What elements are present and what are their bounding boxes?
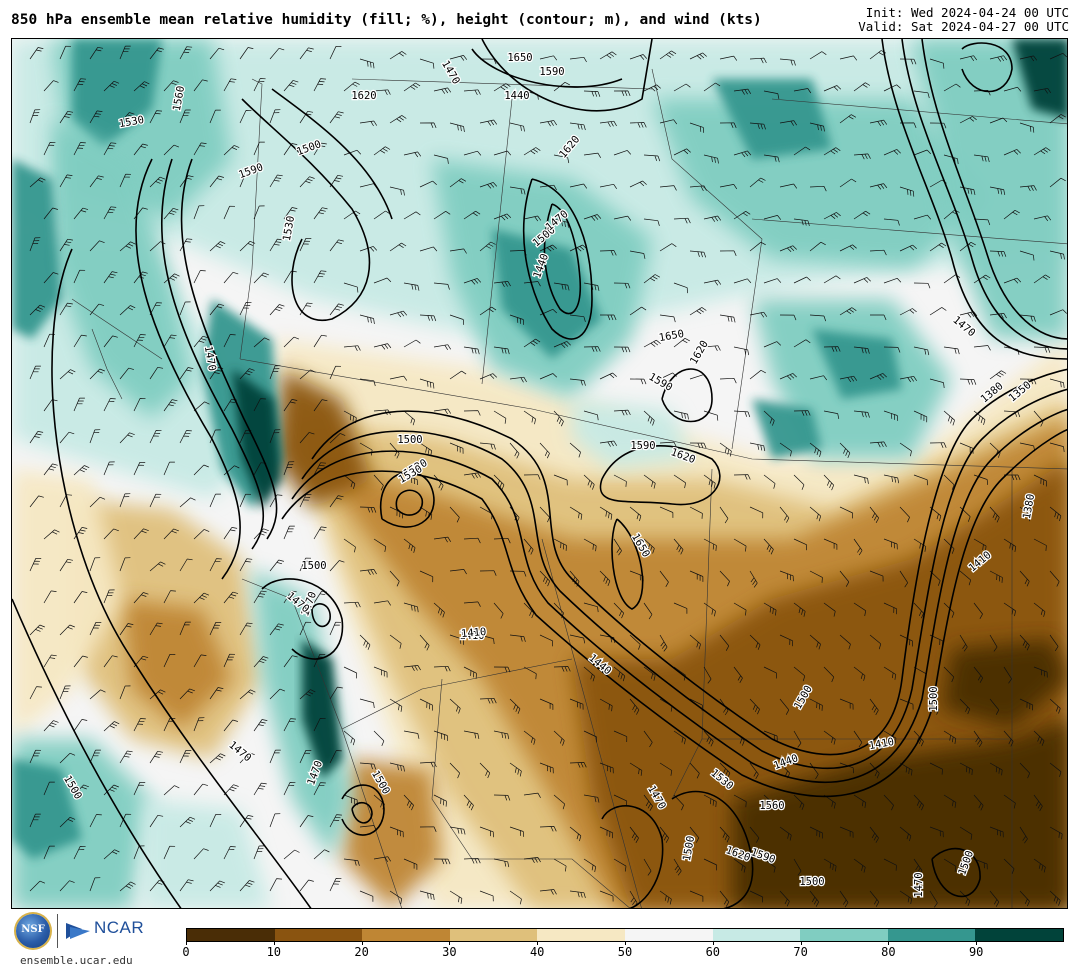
contour-label: 1590 (630, 440, 655, 452)
contour-label: 1590 (539, 66, 564, 78)
colorbar-tick-label: 60 (705, 945, 721, 959)
contour-label: 1650 (507, 52, 532, 64)
contour-label: 1440 (504, 90, 529, 102)
colorbar-swatch (887, 929, 976, 941)
colorbar-swatch (975, 929, 1063, 941)
colorbar-tick-label: 40 (529, 945, 545, 959)
colorbar-swatch (624, 929, 713, 941)
humidity-colorbar (186, 928, 1064, 942)
logos: NSF NCAR ensemble.ucar.edu (14, 914, 174, 970)
colorbar-swatch (712, 929, 801, 941)
colorbar-tick-label: 0 (182, 945, 190, 959)
colorbar-swatch (800, 929, 888, 941)
forecast-map: 1530 1560 1590 1620 1500 1530 1470 1650 1590 1440… (11, 38, 1068, 909)
ncar-logo: NCAR (94, 918, 145, 937)
colorbar-labels: 0 10 20 30 40 50 60 70 80 90 (182, 945, 1064, 961)
contour-label: 1470 (913, 872, 925, 897)
colorbar-tick-label: 10 (266, 945, 282, 959)
colorbar-swatch (362, 929, 450, 941)
colorbar-swatch (449, 929, 538, 941)
init-time: Init: Wed 2024-04-24 00 UTC (865, 5, 1069, 20)
contour-label: 1500 (928, 686, 940, 711)
map-canvas: 1530156015901620150015301470165015901440… (12, 39, 1067, 908)
colorbar-swatch (187, 929, 275, 941)
humidity-fill (12, 39, 1067, 908)
logo-divider (57, 914, 58, 948)
colorbar-tick-label: 90 (968, 945, 984, 959)
contour-label: 1620 (351, 90, 376, 102)
colorbar-tick-label: 80 (881, 945, 896, 959)
ncar-mark-icon (66, 923, 90, 939)
chart-title: 850 hPa ensemble mean relative humidity … (11, 12, 762, 28)
contour-label: 1500 (301, 560, 326, 572)
colorbar-swatch (274, 929, 363, 941)
colorbar-tick-label: 20 (354, 945, 369, 959)
valid-time: Valid: Sat 2024-04-27 00 UTC (858, 19, 1069, 34)
run-times: Init: Wed 2024-04-24 00 UTC Valid: Sat 2… (858, 6, 1069, 34)
contour-label: 1410 (461, 626, 487, 640)
site-url: ensemble.ucar.edu (20, 954, 133, 967)
nsf-logo: NSF (16, 914, 50, 948)
colorbar-tick-label: 50 (617, 945, 633, 959)
colorbar-tick-label: 70 (793, 945, 808, 959)
contour-label: 1560 (759, 800, 784, 812)
contour-label: 1500 (799, 876, 824, 888)
colorbar-swatch (537, 929, 625, 941)
contour-label: 1500 (397, 434, 422, 446)
colorbar-tick-label: 30 (442, 945, 457, 959)
